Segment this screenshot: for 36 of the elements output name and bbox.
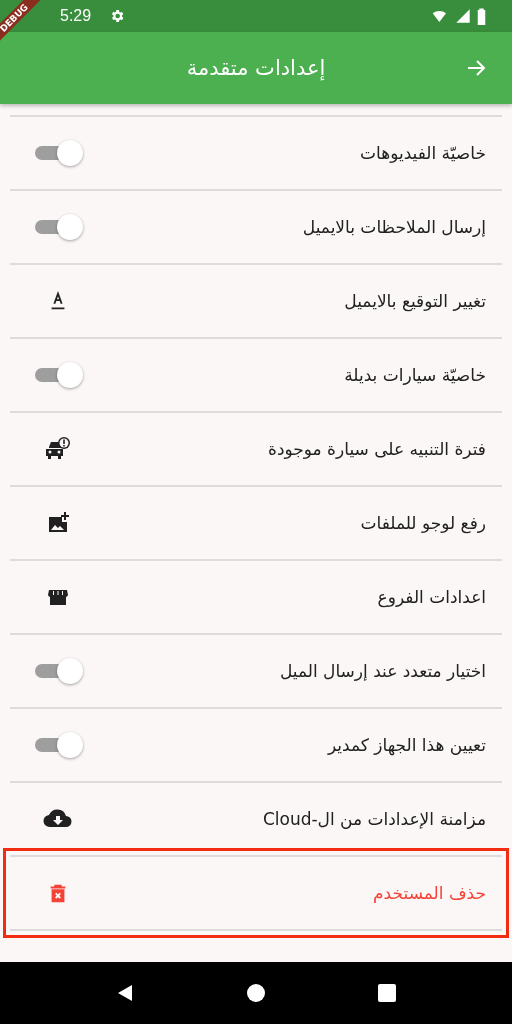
settings-row[interactable]: خاصيّة سيارات بديلة — [10, 339, 502, 411]
toggle-switch[interactable] — [35, 140, 81, 166]
row-label: اختيار متعدد عند إرسال الميل — [278, 661, 486, 681]
app-bar-title: إعدادات متقدمة — [186, 56, 326, 80]
row-label: مزامنة الإعدادات من ال-Cloud — [261, 809, 486, 829]
row-label: إرسال الملاحظات بالايميل — [301, 217, 486, 237]
row-label: حذف المستخدم — [372, 883, 486, 903]
settings-row[interactable]: رفع لوجو للملفات — [10, 487, 502, 559]
row-label: تغيير التوقيع بالايميل — [343, 291, 486, 311]
wifi-icon — [431, 8, 449, 24]
signal-icon — [455, 8, 471, 24]
settings-row[interactable]: مزامنة الإعدادات من ال-Cloud — [10, 783, 502, 855]
toggle-switch[interactable] — [35, 732, 81, 758]
add-image-icon — [46, 511, 70, 535]
battery-icon — [477, 7, 486, 25]
row-label: اعدادات الفروع — [376, 587, 486, 607]
row-label: خاصيّة الفيديوهات — [359, 143, 486, 163]
settings-row[interactable]: فترة التنبيه على سيارة موجودة — [10, 413, 502, 485]
home-icon[interactable] — [246, 983, 266, 1003]
settings-row[interactable]: إرسال الملاحظات بالايميل — [10, 191, 502, 263]
toggle-switch[interactable] — [35, 658, 81, 684]
settings-row[interactable]: خاصيّة الفيديوهات — [10, 117, 502, 189]
toggle-switch[interactable] — [35, 214, 81, 240]
settings-row[interactable]: اختيار متعدد عند إرسال الميل — [10, 635, 502, 707]
settings-icon — [109, 8, 126, 24]
settings-row[interactable]: تغيير التوقيع بالايميل — [10, 265, 502, 337]
recents-icon[interactable] — [376, 983, 397, 1003]
settings-row[interactable]: حذف المستخدم — [10, 857, 502, 929]
toggle-switch[interactable] — [35, 362, 81, 388]
row-label: خاصيّة سيارات بديلة — [343, 365, 486, 385]
row-label: فترة التنبيه على سيارة موجودة — [267, 439, 486, 459]
settings-row[interactable]: اعدادات الفروع — [10, 561, 502, 633]
row-label: تعيين هذا الجهاز كمدير — [326, 735, 486, 755]
status-time: 5:29 — [60, 7, 92, 25]
row-label: رفع لوجو للملفات — [359, 513, 486, 533]
settings-row[interactable]: تعيين هذا الجهاز كمدير — [10, 709, 502, 781]
